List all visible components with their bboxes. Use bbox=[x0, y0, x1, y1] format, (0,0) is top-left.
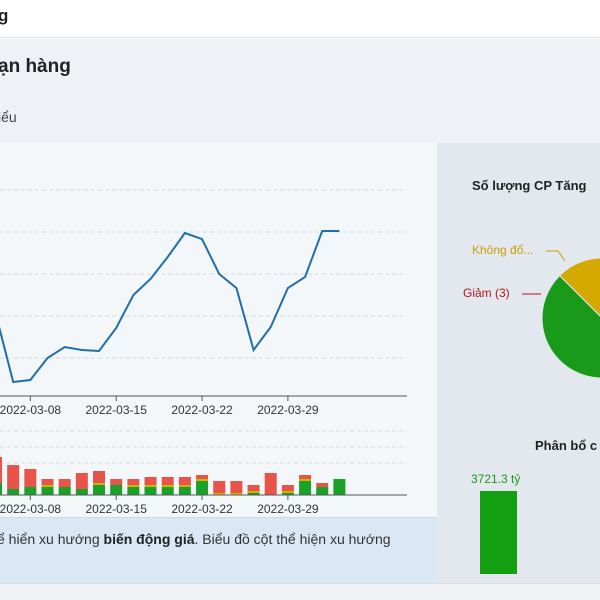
volume-bar-up bbox=[75, 489, 88, 495]
volume-x-tick-label: 2022-03-29 bbox=[257, 502, 319, 516]
volume-bar-up bbox=[161, 487, 174, 495]
volume-bar-down bbox=[213, 481, 226, 493]
price-x-tick-label: 2022-03-22 bbox=[171, 403, 233, 417]
pie-leader-flat bbox=[546, 250, 566, 262]
volume-bar-flat bbox=[299, 479, 312, 481]
note-prefix: ể hiển xu hướng bbox=[0, 531, 104, 547]
chart-description: ể hiển xu hướng biến động giá. Biểu đồ c… bbox=[0, 517, 437, 583]
volume-bar-down bbox=[144, 477, 157, 485]
volume-bar-down bbox=[41, 479, 54, 485]
volume-bar-down bbox=[0, 457, 2, 483]
volume-bar-down bbox=[58, 479, 71, 487]
volume-x-tick-label: 2022-03-15 bbox=[85, 502, 147, 516]
volume-bar-up bbox=[178, 487, 191, 495]
volume-bar-down bbox=[281, 485, 294, 491]
volume-x-tick-label: 2022-03-08 bbox=[0, 502, 61, 516]
volume-bar-flat bbox=[127, 485, 140, 487]
volume-bar-flat bbox=[144, 485, 157, 487]
chart-panel: 2022-03-08 2022-03-15 2022-03-22 2022-03-29… bbox=[0, 143, 437, 583]
volume-bar-down bbox=[299, 475, 312, 479]
summary-charts: Số lượng CP Tăng Không đổ... Giảm (3) Ph… bbox=[463, 178, 600, 574]
price-line bbox=[0, 230, 340, 384]
distribution-bar bbox=[480, 491, 517, 574]
volume-x-tick-label: 2022-03-22 bbox=[171, 502, 233, 516]
volume-bar-down bbox=[161, 477, 174, 485]
volume-bar-down bbox=[110, 479, 123, 485]
page-header: ạn hàng iểu bbox=[0, 39, 600, 143]
volume-bar-flat bbox=[178, 485, 191, 487]
price-x-tick-label: 2022-03-08 bbox=[0, 403, 61, 417]
chart-description-text: ể hiển xu hướng biến động giá. Biểu đồ c… bbox=[0, 531, 437, 547]
app-title: g bbox=[0, 6, 9, 25]
distribution-value-label: 3721.3 tỷ bbox=[471, 472, 520, 486]
volume-bar-down bbox=[24, 469, 37, 487]
tab-chart[interactable]: iểu bbox=[0, 109, 17, 125]
volume-bar-down bbox=[230, 481, 243, 493]
volume-bar-up bbox=[144, 487, 157, 495]
volume-bar-up bbox=[333, 479, 346, 495]
summary-panel: Số lượng CP Tăng Không đổ... Giảm (3) Ph… bbox=[437, 143, 600, 583]
volume-bar-up bbox=[41, 487, 54, 495]
price-volume-chart: 2022-03-08 2022-03-15 2022-03-22 2022-03-29… bbox=[0, 189, 407, 516]
pie-label-flat: Không đổ... bbox=[472, 243, 533, 257]
volume-bar-down bbox=[316, 483, 329, 487]
volume-bar-up bbox=[110, 485, 123, 495]
volume-bar-flat bbox=[41, 485, 54, 487]
volume-bar-flat bbox=[196, 479, 209, 481]
volume-bar-up bbox=[58, 487, 71, 495]
distribution-title: Phân bổ c bbox=[535, 438, 597, 453]
price-x-tick-label: 2022-03-15 bbox=[85, 403, 147, 417]
volume-bar-flat bbox=[247, 491, 260, 493]
volume-bar-up bbox=[7, 489, 20, 495]
volume-bar-flat bbox=[281, 491, 294, 493]
page-title: ạn hàng bbox=[0, 56, 71, 77]
volume-bar-up bbox=[127, 487, 140, 495]
volume-bar-up bbox=[93, 485, 106, 495]
main-content: 2022-03-08 2022-03-15 2022-03-22 2022-03-29… bbox=[0, 143, 600, 583]
bottom-strip bbox=[0, 583, 600, 600]
volume-bar-up bbox=[24, 487, 37, 495]
volume-bar-down bbox=[93, 471, 106, 483]
note-suffix: . Biểu đồ cột thể hiện xu hướng bbox=[194, 531, 391, 547]
volume-bar-up bbox=[316, 487, 329, 495]
volume-bar-up bbox=[196, 481, 209, 495]
pie-label-down: Giảm (3) bbox=[463, 286, 510, 300]
volume-bar-down bbox=[178, 477, 191, 485]
pie-title: Số lượng CP Tăng bbox=[472, 178, 587, 193]
volume-bar-flat bbox=[161, 485, 174, 487]
volume-bar-down bbox=[7, 465, 20, 489]
volume-bar-up bbox=[299, 481, 312, 495]
volume-bar-down bbox=[127, 479, 140, 485]
volume-bar-down bbox=[75, 473, 88, 489]
note-bold: biến động giá bbox=[103, 531, 195, 547]
volume-bar-down bbox=[264, 473, 277, 495]
volume-bar-down bbox=[247, 485, 260, 491]
top-bar: g bbox=[0, 0, 600, 38]
volume-bar-down bbox=[196, 475, 209, 479]
volume-bar-up bbox=[0, 483, 2, 495]
volume-bar-flat bbox=[93, 483, 106, 485]
price-x-tick-label: 2022-03-29 bbox=[257, 403, 319, 417]
